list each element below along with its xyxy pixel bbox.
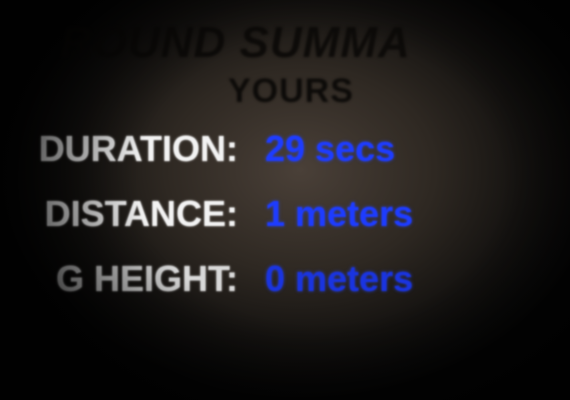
- distance-label: DISTANCE:: [44, 193, 238, 234]
- duration-value: 29 secs: [265, 128, 396, 169]
- height-value: 0 meters: [265, 258, 414, 299]
- round-summary-title: ROUND SUMMA: [60, 18, 411, 67]
- yours-heading: YOURS: [228, 72, 354, 110]
- height-label: G HEIGHT:: [55, 258, 238, 299]
- distance-value: 1 meters: [265, 193, 414, 234]
- height-stat-row: G HEIGHT: 0 meters: [0, 258, 570, 308]
- round-summary-screen: ROUND SUMMA YOURS DURATION: 29 secs DIST…: [0, 0, 570, 400]
- duration-stat-row: DURATION: 29 secs: [0, 128, 570, 178]
- distance-stat-row: DISTANCE: 1 meters: [0, 193, 570, 243]
- duration-label: DURATION:: [38, 128, 238, 169]
